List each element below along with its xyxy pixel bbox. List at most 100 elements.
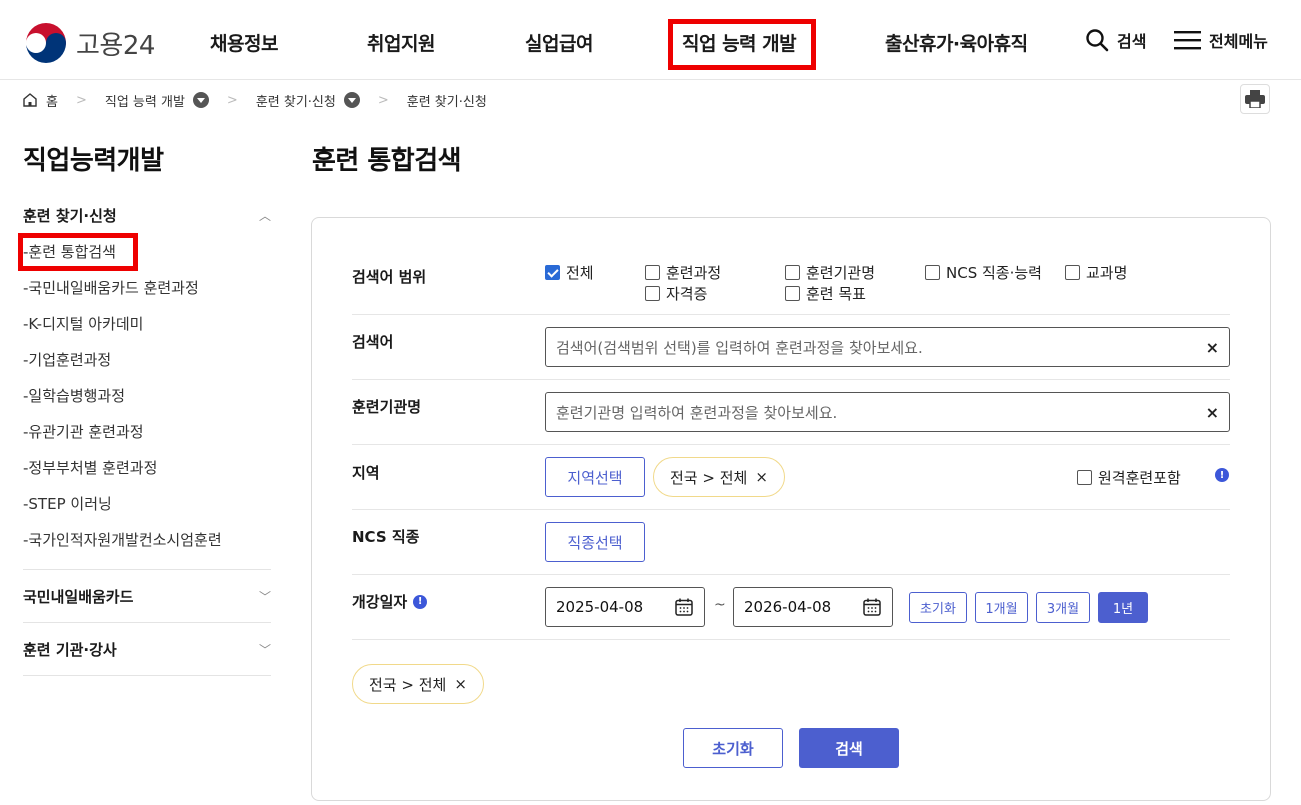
region-chip: 전국 > 전체 × xyxy=(653,457,785,497)
checkbox-icon[interactable] xyxy=(925,265,940,280)
date-from-value: 2025-04-08 xyxy=(556,598,644,616)
logo-text: 고용24 xyxy=(76,30,155,61)
breadcrumb-home[interactable]: 홈 xyxy=(46,91,58,110)
chevron-down-icon: ﹀ xyxy=(258,643,271,657)
keyword-placeholder: 검색어(검색범위 선택)를 입력하여 훈련과정을 찾아보세요. xyxy=(556,338,923,357)
info-icon[interactable]: ! xyxy=(413,594,428,609)
period-1month-button[interactable]: 1개월 xyxy=(975,592,1028,623)
checkbox-label: 훈련기관명 xyxy=(806,264,876,282)
clear-icon[interactable]: × xyxy=(1206,338,1219,357)
remote-training-checkbox[interactable]: 원격훈련포함 xyxy=(1077,467,1181,488)
region-chip-label: 전국 > 전체 xyxy=(670,468,748,487)
checkbox-label: 교과명 xyxy=(1086,264,1128,282)
chevron-down-icon: ﹀ xyxy=(258,590,271,604)
scope-label-text: 검색어 범위 xyxy=(352,268,427,286)
institution-label-text: 훈련기관명 xyxy=(352,398,422,416)
row-divider xyxy=(352,379,1230,380)
checkbox-checked-icon[interactable] xyxy=(545,265,560,280)
checkbox-icon[interactable] xyxy=(1077,470,1092,485)
sidebar-highlight-box xyxy=(18,233,138,271)
region-select-button[interactable]: 지역선택 xyxy=(545,457,645,497)
chip-remove-icon[interactable]: × xyxy=(454,675,467,693)
checkbox-label: 훈련과정 xyxy=(666,264,722,282)
sidebar-divider xyxy=(23,622,271,623)
date-label-text: 개강일자 xyxy=(352,593,408,611)
dropdown-circle-icon[interactable] xyxy=(343,92,360,108)
calendar-icon[interactable] xyxy=(674,597,694,617)
scope-checkbox-course[interactable]: 훈련과정 xyxy=(645,262,721,283)
nav-job-info[interactable]: 채용정보 xyxy=(210,29,278,56)
breadcrumb-item-3: 훈련 찾기·신청 xyxy=(406,94,487,110)
sidebar-item-consortium[interactable]: -국가인적자원개발컨소시엄훈련 xyxy=(23,529,222,550)
row-divider xyxy=(352,314,1230,315)
sidebar-item-corporate[interactable]: -기업훈련과정 xyxy=(23,349,111,370)
sidebar-section-training-search[interactable]: 훈련 찾기·신청 ︿ xyxy=(23,205,271,226)
sidebar-section-label: 훈련 기관·강사 xyxy=(23,641,117,659)
row-divider xyxy=(352,639,1230,640)
checkbox-icon[interactable] xyxy=(785,286,800,301)
search-button[interactable]: 검색 xyxy=(1085,28,1146,52)
institution-placeholder: 훈련기관명 입력하여 훈련과정을 찾아보세요. xyxy=(556,403,838,422)
date-to-input[interactable]: 2026-04-08 xyxy=(733,587,893,627)
sidebar-section-label: 훈련 찾기·신청 xyxy=(23,207,117,225)
date-label: 개강일자 ! xyxy=(352,591,428,612)
sidebar-item-step-elearning[interactable]: -STEP 이러닝 xyxy=(23,493,112,514)
calendar-icon[interactable] xyxy=(862,597,882,617)
chevron-right-icon: > xyxy=(377,92,389,108)
checkbox-icon[interactable] xyxy=(1065,265,1080,280)
scope-checkbox-all[interactable]: 전체 xyxy=(545,262,594,283)
all-menu-button[interactable]: 전체메뉴 xyxy=(1174,28,1268,52)
summary-chip: 전국 > 전체 × xyxy=(352,664,484,704)
sidebar-item-card-courses[interactable]: -국민내일배움카드 훈련과정 xyxy=(23,277,199,298)
period-1year-button[interactable]: 1년 xyxy=(1098,592,1148,623)
logo[interactable]: 고용24 xyxy=(24,21,155,65)
chevron-up-icon: ︿ xyxy=(258,209,271,223)
page-title: 훈련 통합검색 xyxy=(312,146,462,176)
reset-button[interactable]: 초기화 xyxy=(683,728,783,768)
scope-checkbox-subject[interactable]: 교과명 xyxy=(1065,262,1127,283)
clear-icon[interactable]: × xyxy=(1206,403,1219,422)
sidebar-section-card[interactable]: 국민내일배움카드 ﹀ xyxy=(23,586,271,607)
nav-maternity-leave[interactable]: 출산휴가·육아휴직 xyxy=(885,29,1028,56)
sidebar-item-related-agencies[interactable]: -유관기관 훈련과정 xyxy=(23,421,144,442)
institution-input[interactable]: 훈련기관명 입력하여 훈련과정을 찾아보세요. × xyxy=(545,392,1230,432)
nav-employment-support[interactable]: 취업지원 xyxy=(367,29,435,56)
keyword-input[interactable]: 검색어(검색범위 선택)를 입력하여 훈련과정을 찾아보세요. × xyxy=(545,327,1230,367)
breadcrumb: 홈 > 직업 능력 개발 > 훈련 찾기·신청 > 훈련 찾기·신청 xyxy=(22,88,487,112)
search-button-label: 검색 xyxy=(1117,32,1147,51)
date-to-value: 2026-04-08 xyxy=(744,598,832,616)
period-reset-button[interactable]: 초기화 xyxy=(909,592,967,623)
keyword-label-text: 검색어 xyxy=(352,333,394,351)
scope-checkbox-goal[interactable]: 훈련 목표 xyxy=(785,283,866,304)
sidebar-item-government[interactable]: -정부부처별 훈련과정 xyxy=(23,457,157,478)
info-icon[interactable]: ! xyxy=(1215,468,1229,482)
breadcrumb-item-1[interactable]: 직업 능력 개발 xyxy=(105,91,185,110)
region-label: 지역 xyxy=(352,462,380,483)
sidebar-divider xyxy=(23,675,271,676)
chevron-right-icon: > xyxy=(75,92,87,108)
ncs-label-text: NCS 직종 xyxy=(352,528,420,546)
dropdown-circle-icon[interactable] xyxy=(192,92,209,108)
chip-remove-icon[interactable]: × xyxy=(755,468,768,486)
scope-checkbox-institution[interactable]: 훈련기관명 xyxy=(785,262,875,283)
checkbox-label: 훈련 목표 xyxy=(806,285,866,303)
scope-checkbox-certificate[interactable]: 자격증 xyxy=(645,283,707,304)
checkbox-icon[interactable] xyxy=(785,265,800,280)
sidebar-item-work-study[interactable]: -일학습병행과정 xyxy=(23,385,125,406)
sidebar-item-k-digital[interactable]: -K-디지털 아카데미 xyxy=(23,313,143,334)
ncs-select-button[interactable]: 직종선택 xyxy=(545,522,645,562)
checkbox-label: 자격증 xyxy=(666,285,708,303)
institution-label: 훈련기관명 xyxy=(352,396,421,417)
checkbox-icon[interactable] xyxy=(645,265,660,280)
sidebar-divider xyxy=(23,569,271,570)
date-from-input[interactable]: 2025-04-08 xyxy=(545,587,705,627)
sidebar-section-institutions[interactable]: 훈련 기관·강사 ﹀ xyxy=(23,639,271,660)
nav-unemployment-benefit[interactable]: 실업급여 xyxy=(525,29,593,56)
submit-search-button[interactable]: 검색 xyxy=(799,728,899,768)
period-3month-button[interactable]: 3개월 xyxy=(1036,592,1090,623)
print-button[interactable] xyxy=(1240,84,1270,114)
keyword-label: 검색어 xyxy=(352,331,393,352)
checkbox-icon[interactable] xyxy=(645,286,660,301)
scope-checkbox-ncs[interactable]: NCS 직종·능력 xyxy=(925,262,1042,283)
breadcrumb-item-2[interactable]: 훈련 찾기·신청 xyxy=(256,91,336,110)
